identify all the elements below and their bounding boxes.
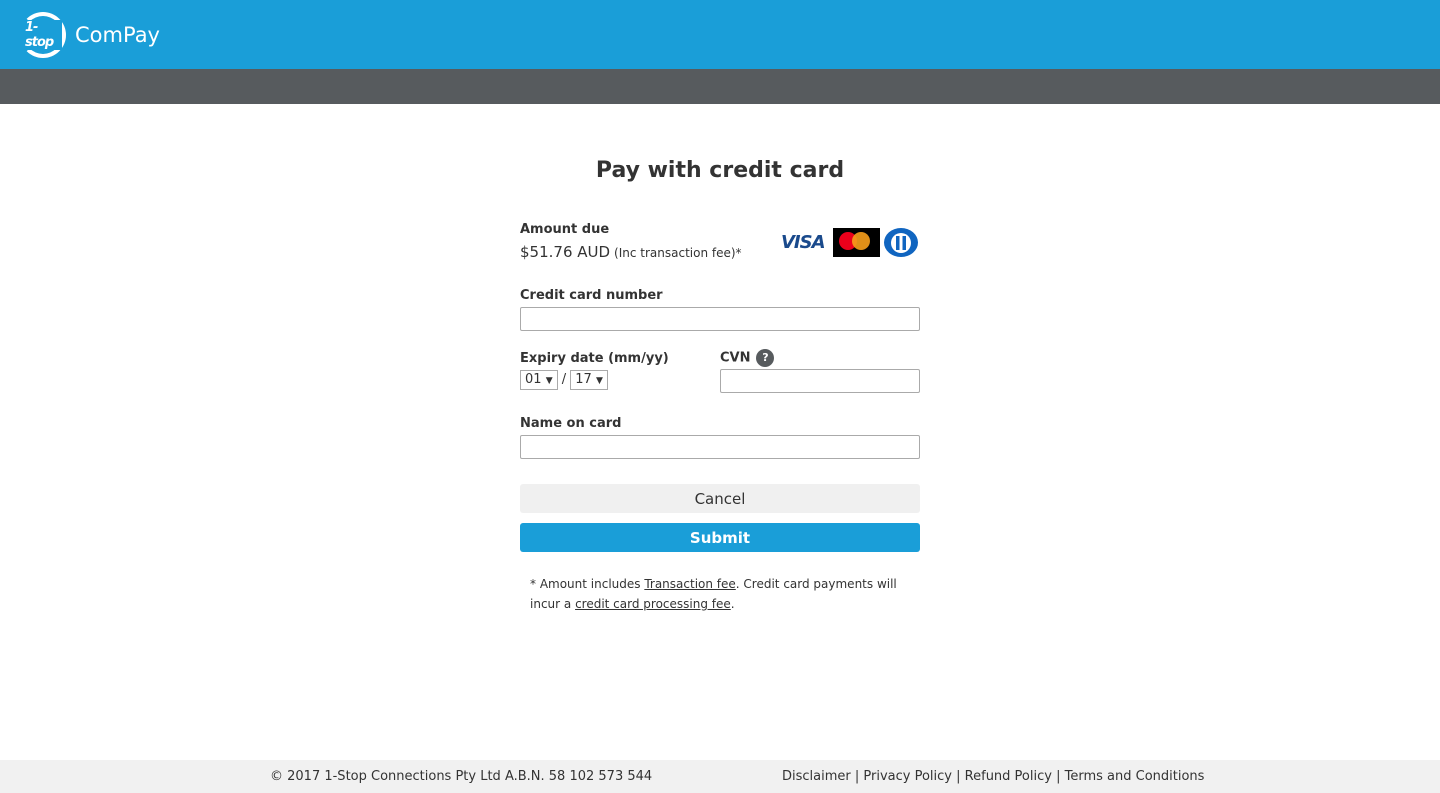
amount-note: (Inc transaction fee)* xyxy=(614,246,742,260)
terms-link[interactable]: Terms and Conditions xyxy=(1065,769,1205,784)
separator: | xyxy=(1051,769,1065,784)
name-label: Name on card xyxy=(520,416,622,431)
chevron-down-icon: ▼ xyxy=(595,376,603,386)
cvn-label: CVN xyxy=(720,350,751,366)
expiry-year-value: 17 xyxy=(575,372,592,387)
cancel-button[interactable]: Cancel xyxy=(520,484,920,513)
separator: | xyxy=(850,769,864,784)
brand-name: ComPay xyxy=(75,22,160,47)
expiry-label: Expiry date (mm/yy) xyxy=(520,351,669,366)
footer: © 2017 1-Stop Connections Pty Ltd A.B.N.… xyxy=(0,760,1440,793)
copyright: © 2017 1-Stop Connections Pty Ltd A.B.N.… xyxy=(270,769,653,784)
separator: | xyxy=(952,769,965,784)
page-title: Pay with credit card xyxy=(595,158,845,183)
card-logos: VISA xyxy=(781,228,918,257)
name-input[interactable] xyxy=(520,435,920,459)
amount-value: $51.76 AUD xyxy=(520,243,611,261)
cvn-input[interactable] xyxy=(720,369,920,393)
logo-text: 1-stop xyxy=(24,19,62,50)
expiry-year-select[interactable]: 17 ▼ xyxy=(570,370,608,390)
mastercard-icon xyxy=(833,228,880,257)
processing-fee-link[interactable]: credit card processing fee xyxy=(575,597,731,611)
expiry-separator: / xyxy=(561,372,567,387)
footnote: * Amount includes Transaction fee. Credi… xyxy=(530,574,910,614)
card-number-input[interactable] xyxy=(520,307,920,331)
footnote-text: . xyxy=(730,597,735,611)
refund-policy-link[interactable]: Refund Policy xyxy=(965,769,1052,784)
disclaimer-link[interactable]: Disclaimer xyxy=(782,769,851,784)
diners-icon xyxy=(884,228,918,257)
chevron-down-icon: ▼ xyxy=(545,376,553,386)
expiry-month-value: 01 xyxy=(525,372,542,387)
header: 1-stop ComPay xyxy=(0,0,1440,69)
privacy-policy-link[interactable]: Privacy Policy xyxy=(863,769,952,784)
card-number-label: Credit card number xyxy=(520,288,663,303)
submit-button[interactable]: Submit xyxy=(520,523,920,552)
help-icon[interactable]: ? xyxy=(756,349,775,367)
nav-bar xyxy=(0,69,1440,104)
footnote-text: * Amount includes xyxy=(530,577,645,591)
payment-form: Amount due $51.76 AUD (Inc transaction fe… xyxy=(520,222,920,614)
transaction-fee-link[interactable]: Transaction fee xyxy=(644,577,735,591)
expiry-month-select[interactable]: 01 ▼ xyxy=(520,370,558,390)
visa-icon: VISA xyxy=(781,232,826,253)
logo[interactable]: 1-stop xyxy=(20,11,66,58)
